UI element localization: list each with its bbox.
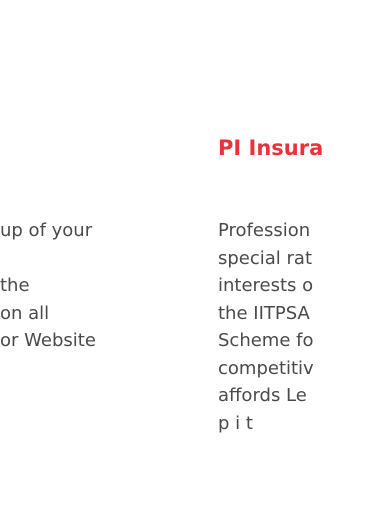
page-viewport: up of your the on all or Website PI Insu… [0, 0, 379, 524]
right-line-1: Profession [218, 220, 311, 241]
right-line-8: p i t [218, 412, 253, 434]
right-line-2: special rat [218, 247, 313, 269]
left-column: up of your the on all or Website [0, 0, 180, 524]
right-line-6: competitiv [218, 357, 314, 379]
left-line-gap [0, 245, 96, 273]
right-line-4: the IITPSA [218, 302, 310, 324]
left-line-4: on all [0, 302, 50, 324]
left-column-text: up of your the on all or Website [0, 217, 96, 355]
right-line-5: Scheme fo [218, 330, 314, 351]
right-column-text: Profession special rat interests o the I… [218, 217, 314, 437]
right-column: PI Insura Profession special rat interes… [218, 0, 379, 524]
right-line-7: affords Le [218, 385, 307, 406]
left-line-1: up of your [0, 220, 93, 241]
section-heading-pi-insurance: PI Insura [218, 136, 324, 160]
right-line-3: interests o [218, 275, 314, 296]
left-line-3: the [0, 275, 30, 296]
left-line-5: or Website [0, 330, 96, 351]
